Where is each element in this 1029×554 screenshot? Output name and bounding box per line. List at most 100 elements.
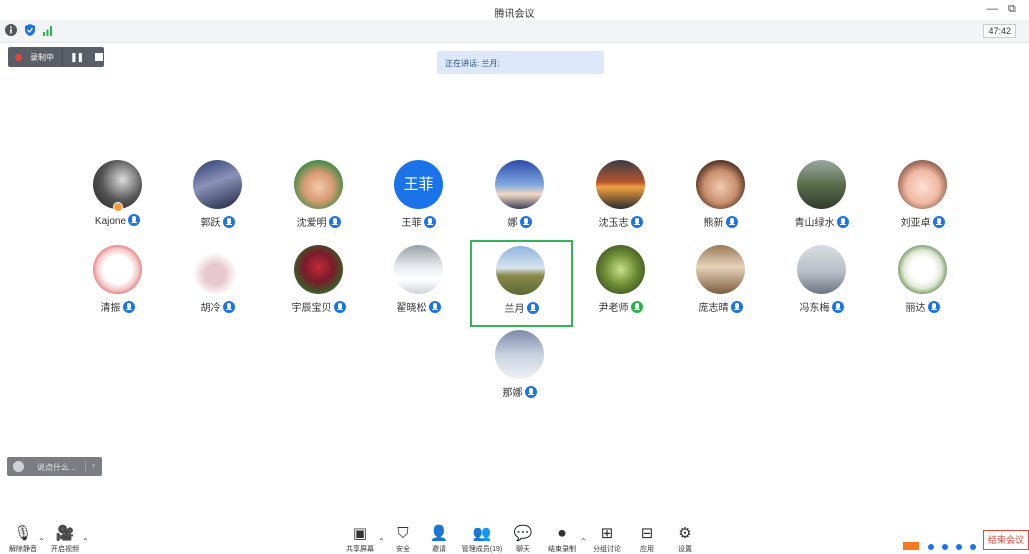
participant-tile[interactable]: 清振 [67, 245, 168, 330]
speaking-indicator: 正在讲话: 兰月; [437, 51, 604, 74]
share-screen-button[interactable]: ▣ 共享屏幕 [337, 525, 383, 554]
participant-tile[interactable]: 娜 [469, 160, 570, 245]
participant-name: 宇辰宝贝 [291, 303, 332, 314]
minimize-button[interactable]: — [987, 3, 998, 15]
mic-muted-icon [222, 216, 235, 228]
collapse-chat-button[interactable]: ‹ [92, 460, 95, 470]
participant-name: 庞志晴 [698, 303, 729, 314]
manage-members-button[interactable]: 👥 管理成员(19) [459, 525, 505, 554]
avatar [696, 160, 745, 209]
mic-muted-icon [630, 216, 643, 228]
signal-icon[interactable] [42, 24, 54, 36]
mic-muted-icon [128, 214, 141, 226]
participant-name: 熊新 [703, 218, 724, 229]
participant-tile[interactable]: 庞志晴 [670, 245, 771, 330]
members-icon: 👥 [472, 525, 492, 542]
participant-tile[interactable]: 沈玉志 [570, 160, 671, 245]
video-options-caret[interactable]: ⌃ [82, 537, 89, 546]
avatar [496, 246, 545, 295]
avatar [495, 160, 544, 209]
participant-name: 沈玉志 [598, 218, 629, 229]
participant-tile[interactable]: 那娜 [469, 330, 570, 415]
add-user-icon: 👤 [429, 525, 449, 542]
system-tray-icons [903, 542, 976, 550]
participant-name: 那娜 [502, 388, 523, 399]
participant-tile[interactable]: 翟晓松 [368, 245, 469, 330]
participant-name: 丽达 [905, 303, 926, 314]
mic-muted-icon [730, 301, 743, 313]
emoji-icon[interactable] [13, 461, 24, 472]
host-badge-icon [113, 202, 123, 212]
restore-button[interactable]: ⧉ [1008, 3, 1016, 16]
avatar [193, 160, 242, 209]
mic-muted-icon [927, 301, 940, 313]
gear-icon: ⚙ [678, 525, 692, 542]
settings-button[interactable]: ⚙ 设置 [662, 525, 708, 554]
end-meeting-button[interactable]: 结束会议 [983, 530, 1029, 550]
participant-tile[interactable]: 刘亚卓 [872, 160, 973, 245]
participant-name: 王菲 [401, 218, 422, 229]
participant-tile[interactable]: 青山绿水 [771, 160, 872, 245]
participant-tile-active-speaker[interactable]: 兰月 [470, 240, 573, 327]
title-bar: 腾讯会议 — ⧉ [0, 0, 1029, 20]
info-icon[interactable] [5, 24, 17, 36]
participant-name: Kajone [94, 216, 127, 227]
mic-muted-icon [725, 216, 738, 228]
participant-tile[interactable]: 尹老师 [570, 245, 671, 330]
participant-tile[interactable]: 沈爱明 [268, 160, 369, 245]
mic-muted-icon [519, 216, 532, 228]
status-bar: 47:42 [0, 20, 1029, 43]
participant-tile[interactable]: 宇辰宝贝 [268, 245, 369, 330]
mic-muted-icon [333, 301, 346, 313]
avatar [696, 245, 745, 294]
recording-label: 录制中 [30, 52, 54, 62]
participant-name: 胡冷 [200, 303, 221, 314]
participant-name: 青山绿水 [794, 218, 835, 229]
recording-control: 录制中 ❚❚ [8, 47, 104, 67]
mic-muted-icon [836, 216, 849, 228]
mic-muted-icon [423, 216, 436, 228]
avatar [294, 245, 343, 294]
avatar [797, 245, 846, 294]
avatar [294, 160, 343, 209]
avatar [797, 160, 846, 209]
participant-tile[interactable]: 王菲 王菲 [368, 160, 469, 245]
participant-name: 娜 [507, 218, 518, 229]
window-title: 腾讯会议 [494, 9, 535, 20]
pause-recording-button[interactable]: ❚❚ [70, 52, 84, 63]
participant-tile[interactable]: Kajone [67, 160, 168, 245]
mic-muted-icon [524, 386, 537, 398]
avatar: 王菲 [394, 160, 443, 209]
stop-recording-toolbar-button[interactable]: ⏺ 结束录制 [539, 525, 585, 554]
participant-tile[interactable]: 郭跃 [167, 160, 268, 245]
shield-icon[interactable] [24, 24, 36, 36]
chat-placeholder[interactable]: 说点什么... [37, 462, 76, 473]
participant-tile[interactable]: 胡冷 [167, 245, 268, 330]
avatar [193, 245, 242, 294]
participant-name: 沈爱明 [296, 218, 327, 229]
stop-recording-button[interactable] [95, 53, 104, 61]
participant-tile[interactable]: 丽达 [872, 245, 973, 330]
speaking-text: 正在讲话: 兰月; [445, 59, 500, 68]
avatar [596, 160, 645, 209]
avatar [596, 245, 645, 294]
participant-tile[interactable]: 冯东梅 [771, 245, 872, 330]
mic-muted-icon [222, 301, 235, 313]
participant-name: 郭跃 [200, 218, 221, 229]
mic-active-icon [630, 301, 643, 313]
participant-name: 清振 [100, 303, 121, 314]
record-icon: ⏺ [558, 525, 566, 542]
avatar [394, 245, 443, 294]
share-screen-icon: ▣ [352, 525, 368, 542]
participant-name: 刘亚卓 [900, 218, 931, 229]
participant-tile[interactable]: 熊新 [670, 160, 771, 245]
avatar [495, 330, 544, 379]
mic-muted-icon [831, 301, 844, 313]
participant-name: 翟晓松 [396, 303, 427, 314]
mic-active-icon [526, 302, 539, 314]
chat-input-bar[interactable]: 说点什么... ‹ [7, 457, 102, 476]
record-dot-icon [15, 53, 22, 61]
invite-button[interactable]: 👤 邀请 [416, 525, 462, 554]
mic-muted-icon [122, 301, 135, 313]
mic-muted-icon [428, 301, 441, 313]
